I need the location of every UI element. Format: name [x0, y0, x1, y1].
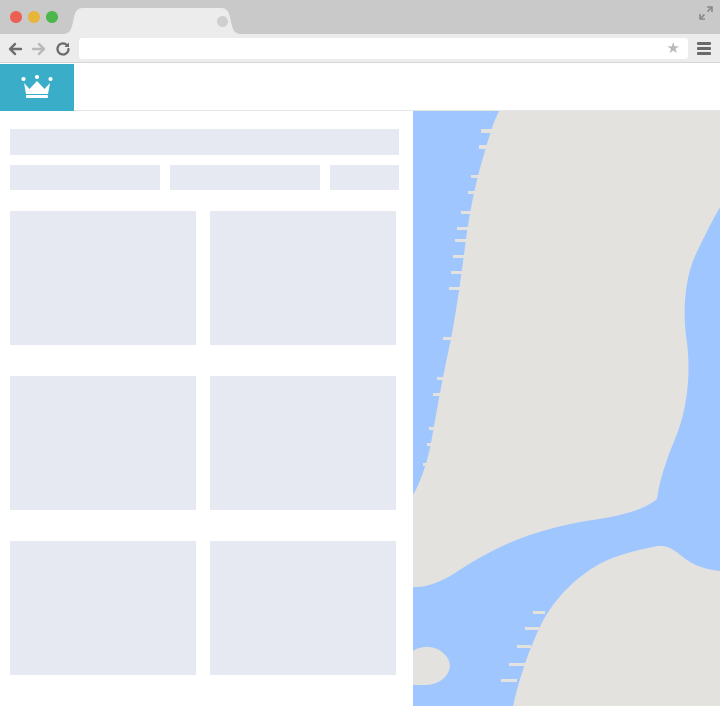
browser-toolbar: ★ [0, 34, 720, 63]
listing-card-placeholder[interactable] [10, 541, 196, 675]
listing-card-placeholder[interactable] [210, 211, 396, 345]
tab-close-icon[interactable] [217, 16, 228, 27]
app-header [0, 64, 720, 111]
map-canvas[interactable] [413, 111, 720, 706]
minimize-window-button[interactable] [28, 11, 40, 23]
back-arrow-icon[interactable] [6, 40, 24, 58]
close-window-button[interactable] [10, 11, 22, 23]
filter-placeholder[interactable] [10, 165, 160, 190]
address-bar[interactable]: ★ [79, 38, 688, 59]
menu-icon[interactable] [697, 42, 711, 55]
title-bar [0, 0, 720, 34]
fullscreen-icon[interactable] [698, 5, 714, 21]
crown-icon [21, 75, 53, 98]
map-island [413, 646, 450, 685]
maximize-window-button[interactable] [46, 11, 58, 23]
search-bar-placeholder[interactable] [10, 129, 399, 155]
map-landmass-manhattan [413, 111, 720, 587]
reload-icon[interactable] [54, 40, 72, 58]
listing-card-placeholder[interactable] [10, 211, 196, 345]
browser-window: ★ [0, 0, 720, 706]
browser-tab[interactable] [62, 8, 242, 34]
filter-placeholder[interactable] [170, 165, 320, 190]
listing-panel [0, 112, 413, 706]
filter-placeholder[interactable] [330, 165, 399, 190]
bookmark-star-icon[interactable]: ★ [667, 40, 680, 57]
logo[interactable] [0, 64, 74, 111]
forward-arrow-icon[interactable] [30, 40, 48, 58]
map[interactable] [413, 111, 720, 706]
listing-card-placeholder[interactable] [210, 541, 396, 675]
url-input[interactable] [79, 38, 639, 59]
listing-card-placeholder[interactable] [10, 376, 196, 510]
map-landmass-brooklyn [513, 545, 720, 706]
listing-card-placeholder[interactable] [210, 376, 396, 510]
